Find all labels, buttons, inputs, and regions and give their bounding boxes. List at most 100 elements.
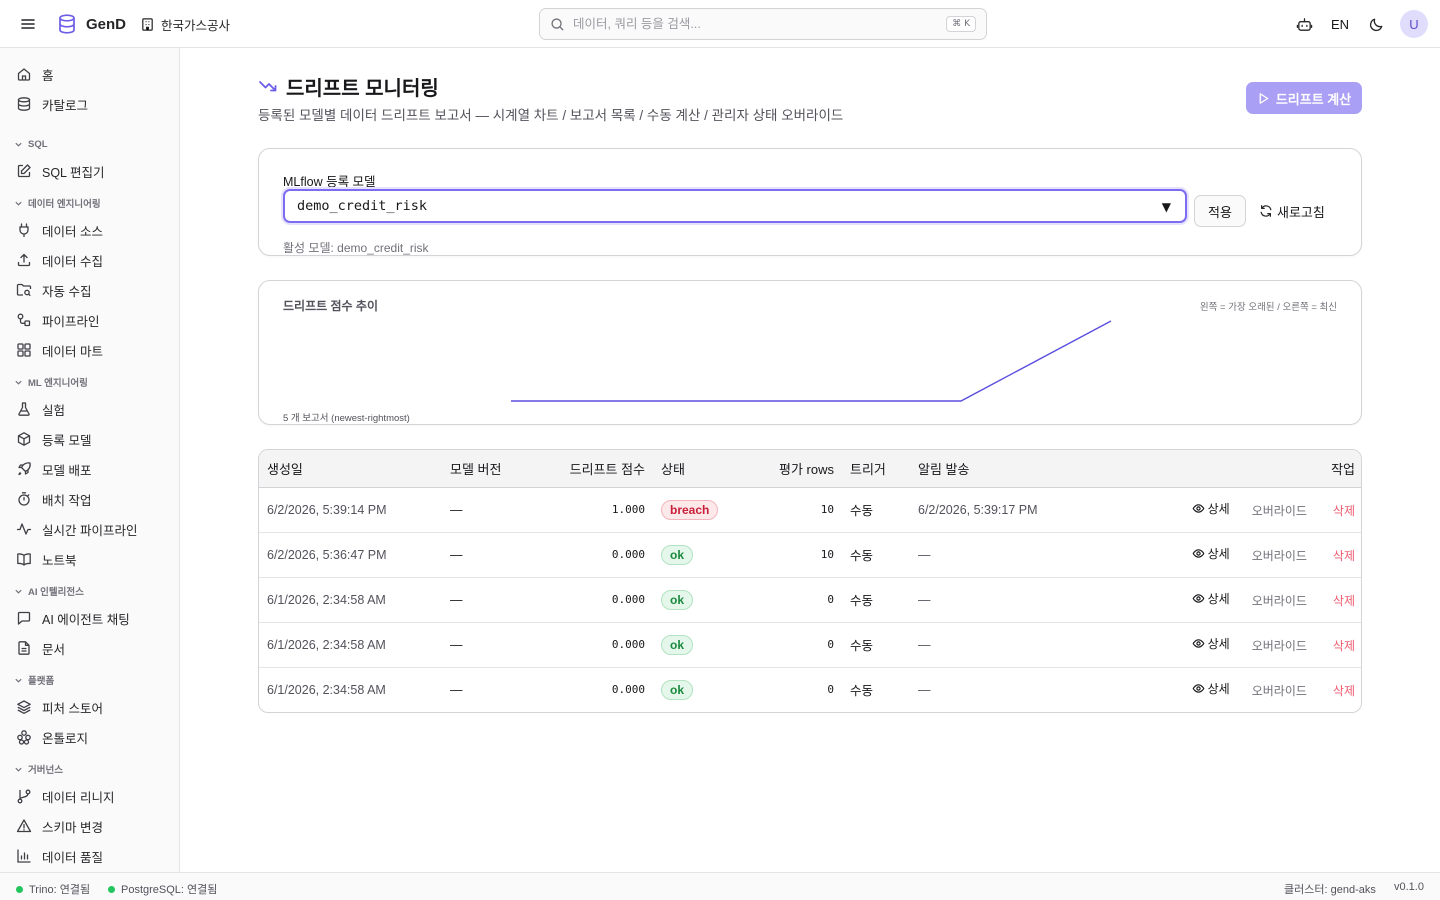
search-box[interactable]: ⌘ K [539,8,987,40]
detail-button[interactable]: 상세 [1192,500,1230,517]
trending-down-icon [259,81,277,92]
detail-button[interactable]: 상세 [1192,590,1230,607]
sidebar-item-data-quality[interactable]: 데이터 품질 [16,845,172,867]
section-title: SQL [28,138,48,150]
compute-drift-button[interactable]: 드리프트 계산 [1246,82,1362,114]
col-eval-rows[interactable]: 평가 rows [745,450,842,487]
table-header-row: 생성일 모델 버전 드리프트 점수 상태 평가 rows 트리거 알림 발송 작… [259,450,1361,487]
sidebar-item-ontology[interactable]: 온톨로지 [16,726,172,748]
table-row[interactable]: 6/1/2026, 2:34:58 AM — 0.000 ok 0 수동 — 상세 오버라이드 삭… [259,667,1361,712]
table-row[interactable]: 6/2/2026, 5:36:47 PM — 0.000 ok 10 수동 — 상세 오버라이드… [259,532,1361,577]
sidebar-item-label: 실험 [42,403,66,418]
sidebar-item-data-ingest[interactable]: 데이터 수집 [16,249,172,271]
eye-icon [1192,504,1205,513]
section-data-engineering[interactable]: 데이터 엔지니어링 [14,196,101,210]
warning-icon [16,819,32,833]
section-ai-intelligence[interactable]: AI 인텔리전스 [14,584,84,598]
table-row[interactable]: 6/1/2026, 2:34:58 AM — 0.000 ok 0 수동 — 상세 오버라이드 삭… [259,577,1361,622]
cell-created: 6/2/2026, 5:39:14 PM [267,502,387,517]
detail-button[interactable]: 상세 [1192,680,1230,697]
section-sql[interactable]: SQL [14,137,48,151]
model-select[interactable]: demo_credit_risk ▼ [283,189,1187,223]
app-logo[interactable]: GenD [56,12,126,36]
workflow-icon [17,313,31,327]
override-button[interactable]: 오버라이드 [1252,682,1307,699]
sidebar-item-experiment[interactable]: 실험 [16,398,172,420]
moon-icon[interactable] [1358,10,1394,38]
sidebar-item-model-deploy[interactable]: 모델 배포 [16,458,172,480]
delete-button[interactable]: 삭제 [1333,502,1355,519]
table-row[interactable]: 6/1/2026, 2:34:58 AM — 0.000 ok 0 수동 — 상세 오버라이드 삭… [259,622,1361,667]
sidebar-item-registered-model[interactable]: 등록 모델 [16,428,172,450]
sidebar-item-schema-change[interactable]: 스키마 변경 [16,815,172,837]
sidebar-item-label: 데이터 마트 [42,344,103,359]
compute-drift-label: 드리프트 계산 [1275,91,1352,107]
flask-icon [18,402,30,416]
section-governance[interactable]: 거버넌스 [14,762,63,776]
delete-button[interactable]: 삭제 [1333,592,1355,609]
sidebar-item-label: 배치 작업 [42,493,92,508]
sidebar-item-auto-ingest[interactable]: 자동 수집 [16,279,172,301]
sidebar-item-feature-store[interactable]: 피처 스토어 [16,696,172,718]
cell-model-version: — [450,547,463,562]
sidebar-item-realtime-pipeline[interactable]: 실시간 파이프라인 [16,518,172,540]
sidebar-item-label: 데이터 수집 [42,254,103,269]
sidebar-item-batch-job[interactable]: 배치 작업 [16,488,172,510]
override-button[interactable]: 오버라이드 [1252,547,1307,564]
sidebar-item-label: SQL 편집기 [42,165,105,180]
col-drift-score[interactable]: 드리프트 점수 [524,450,653,487]
avatar[interactable]: U [1400,10,1428,38]
sidebar-item-documents[interactable]: 문서 [16,637,172,659]
sidebar-item-notebook[interactable]: 노트북 [16,548,172,570]
sidebar-item-label: 피처 스토어 [42,701,103,716]
language-toggle[interactable]: EN [1322,17,1358,32]
col-created[interactable]: 생성일 [259,450,442,487]
col-alert-sent[interactable]: 알림 발송 [910,450,1150,487]
cell-eval-rows: 0 [827,638,834,651]
delete-button[interactable]: 삭제 [1333,637,1355,654]
refresh-button[interactable]: 새로고침 [1259,195,1325,227]
sidebar-item-home[interactable]: 홈 [16,63,172,85]
bot-icon[interactable] [1286,10,1322,38]
drift-series-line [511,320,1112,402]
sidebar-item-ai-agent-chat[interactable]: AI 에이전트 채팅 [16,607,172,629]
detail-button[interactable]: 상세 [1192,545,1230,562]
section-ml-engineering[interactable]: ML 엔지니어링 [14,375,88,389]
section-title: 플랫폼 [28,676,55,687]
org-selector[interactable]: 한국가스공사 [140,14,230,34]
cell-eval-rows: 10 [820,503,834,516]
cell-eval-rows: 0 [827,593,834,606]
delete-button[interactable]: 삭제 [1333,682,1355,699]
layers-icon [17,700,31,714]
sidebar-item-data-source[interactable]: 데이터 소스 [16,219,172,241]
delete-button[interactable]: 삭제 [1333,547,1355,564]
cell-alert-sent: — [918,547,931,562]
sidebar-item-label: 노트북 [42,553,77,568]
chevron-down-icon [15,767,22,772]
sidebar-item-label: 자동 수집 [42,284,92,299]
override-button[interactable]: 오버라이드 [1252,637,1307,654]
plug-icon [19,223,29,238]
postgres-status-text: PostgreSQL: 연결됨 [121,884,218,896]
sidebar-item-label: 파이프라인 [42,314,100,329]
col-trigger[interactable]: 트리거 [842,450,910,487]
cell-model-version: — [450,637,463,652]
status-badge: ok [661,679,694,700]
menu-icon[interactable] [18,14,38,34]
sidebar-item-pipeline[interactable]: 파이프라인 [16,309,172,331]
section-platform[interactable]: 플랫폼 [14,673,54,687]
sidebar-item-data-lineage[interactable]: 데이터 리니지 [16,785,172,807]
table-row[interactable]: 6/2/2026, 5:39:14 PM — 1.000 breach 10 수동 6/2/… [259,487,1361,532]
col-status[interactable]: 상태 [653,450,745,487]
bar-chart-icon [17,849,31,863]
sidebar-item-sql-editor[interactable]: SQL 편집기 [16,160,172,182]
sidebar-item-data-mart[interactable]: 데이터 마트 [16,339,172,361]
sidebar-item-catalog[interactable]: 카탈로그 [16,93,172,115]
col-model-version[interactable]: 모델 버전 [442,450,524,487]
override-button[interactable]: 오버라이드 [1252,502,1307,519]
apply-button[interactable]: 적용 [1194,195,1246,227]
detail-button[interactable]: 상세 [1192,635,1230,652]
search-input[interactable] [573,17,939,31]
eye-icon [1192,684,1205,693]
override-button[interactable]: 오버라이드 [1252,592,1307,609]
